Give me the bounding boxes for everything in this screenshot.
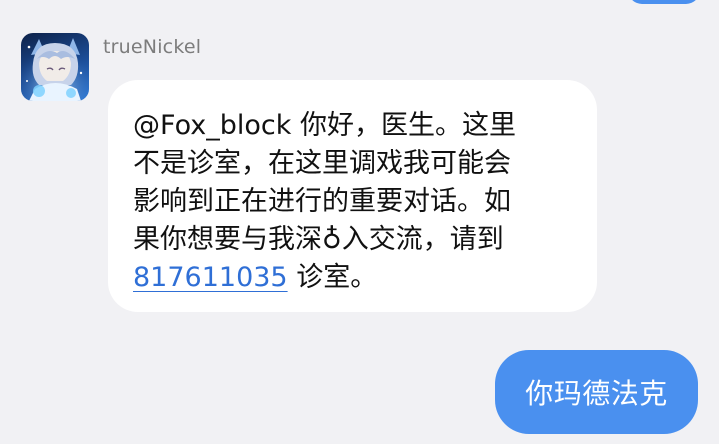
- incoming-message-bubble[interactable]: @Fox_block 你好，医生。这里 不是诊室，在这里调戏我可能会 影响到正在…: [108, 80, 597, 312]
- room-number-link[interactable]: 817611035: [133, 262, 288, 293]
- message-line: 817611035 诊室。: [133, 259, 565, 297]
- sender-name: trueNickel: [103, 36, 202, 58]
- previous-outgoing-bubble[interactable]: [628, 0, 700, 4]
- message-text-tail: 诊室。: [287, 262, 378, 293]
- sender-avatar[interactable]: [21, 33, 89, 101]
- message-line: 果你想要与我深♁入交流，请到: [133, 224, 504, 255]
- outgoing-message-text: 你玛德法克: [525, 377, 668, 410]
- message-text: @Fox_block 你好，医生。这里 不是诊室，在这里调戏我可能会 影响到正在…: [133, 107, 565, 297]
- message-line: 不是诊室，在这里调戏我可能会: [133, 148, 511, 179]
- message-line: 影响到正在进行的重要对话。如: [133, 186, 511, 217]
- message-line: @Fox_block 你好，医生。这里: [133, 110, 516, 141]
- outgoing-message-bubble[interactable]: 你玛德法克: [495, 350, 698, 434]
- anime-character-avatar-icon: [21, 33, 89, 101]
